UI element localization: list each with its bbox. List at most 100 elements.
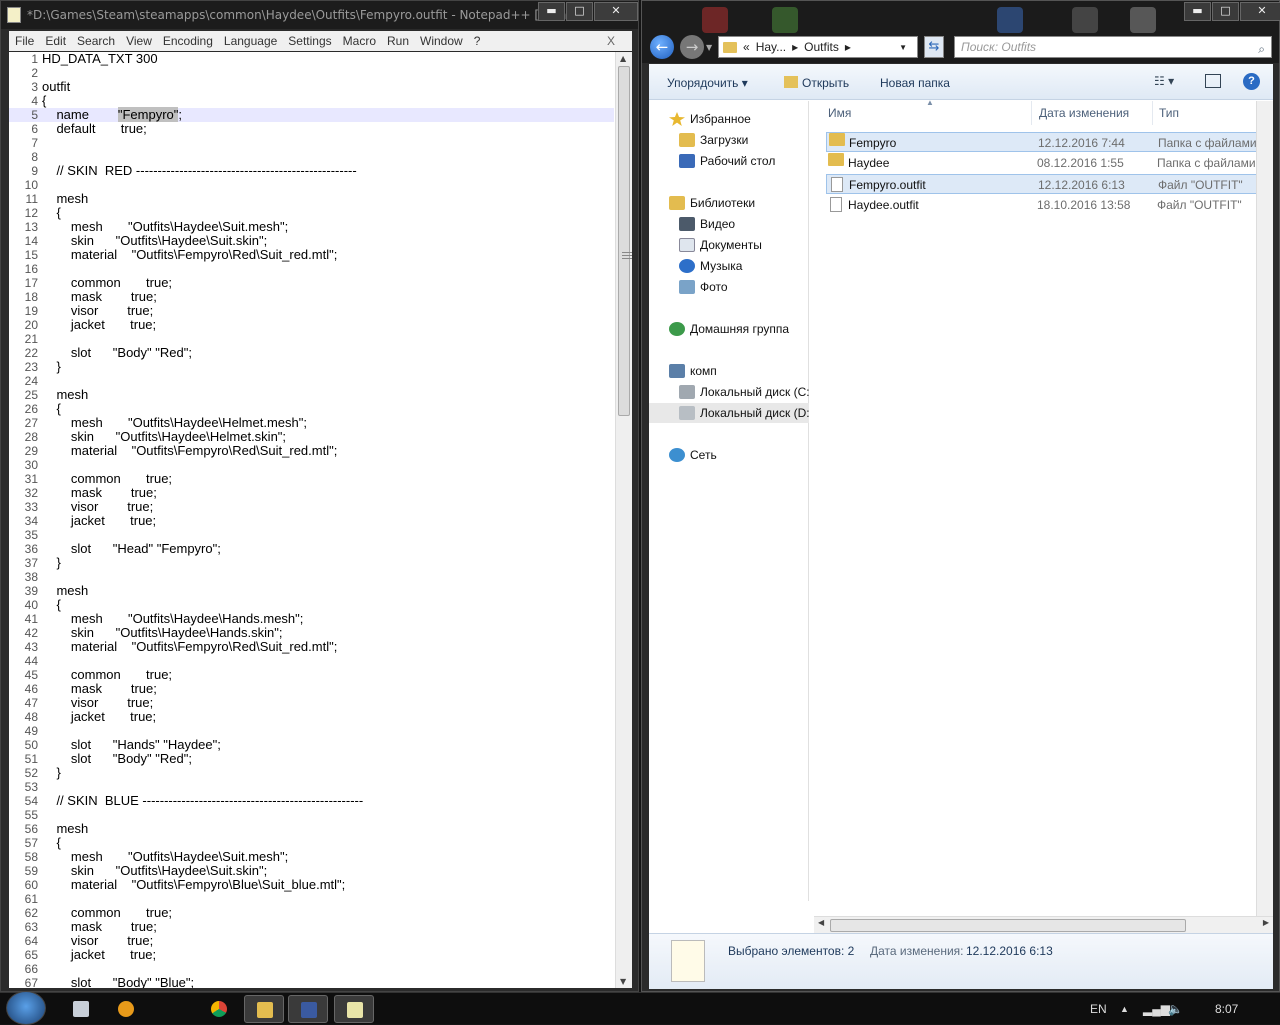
file-row[interactable]: Haydee 08.12.2016 1:55 Папка с файлами xyxy=(826,153,1273,173)
menu-window[interactable]: Window xyxy=(420,34,463,48)
menu-language[interactable]: Language xyxy=(224,34,277,48)
file-row[interactable]: Fempyro 12.12.2016 7:44 Папка с файлами xyxy=(826,132,1273,152)
code-line[interactable]: 50 slot "Hands" "Haydee"; xyxy=(9,738,614,753)
code-line[interactable]: 30 xyxy=(9,458,614,472)
scroll-up-arrow-icon[interactable]: ▲ xyxy=(620,54,626,63)
code-line[interactable]: 25 mesh xyxy=(9,388,614,403)
scroll-right-arrow-icon[interactable]: ▶ xyxy=(1263,918,1269,927)
code-line[interactable]: 27 mesh "Outfits\Haydee\Helmet.mesh"; xyxy=(9,416,614,431)
search-icon[interactable]: ⌕ xyxy=(1258,39,1265,59)
code-line[interactable]: 34 jacket true; xyxy=(9,514,614,529)
code-line[interactable]: 18 mask true; xyxy=(9,290,614,305)
code-line[interactable]: 24 xyxy=(9,374,614,388)
code-line[interactable]: 55 xyxy=(9,808,614,822)
code-line[interactable]: 10 xyxy=(9,178,614,192)
code-line[interactable]: 48 jacket true; xyxy=(9,710,614,725)
nav-desktop[interactable]: Рабочий стол xyxy=(679,151,775,171)
menu-encoding[interactable]: Encoding xyxy=(163,34,213,48)
close-button[interactable]: ✕ xyxy=(594,2,638,21)
notepad-titlebar[interactable]: *D:\Games\Steam\steamapps\common\Haydee\… xyxy=(1,1,638,29)
column-divider[interactable] xyxy=(1152,101,1153,125)
code-line[interactable]: 58 mesh "Outfits\Haydee\Suit.mesh"; xyxy=(9,850,614,865)
refresh-icon[interactable]: ⇆ xyxy=(924,36,944,58)
breadcrumb-separator[interactable]: ▸ xyxy=(792,40,798,54)
scroll-thumb[interactable] xyxy=(618,66,632,416)
breadcrumb-haydee[interactable]: Hay... xyxy=(756,40,786,54)
code-line[interactable]: 47 visor true; xyxy=(9,696,614,711)
code-line[interactable]: 61 xyxy=(9,892,614,906)
nav-favorites[interactable]: Избранное xyxy=(669,109,751,129)
menu-help[interactable]: ? xyxy=(474,34,481,48)
code-line[interactable]: 26 { xyxy=(9,402,614,417)
file-row[interactable]: Fempyro.outfit 12.12.2016 6:13 Файл "OUTFI… xyxy=(826,174,1273,194)
language-indicator[interactable]: EN xyxy=(1090,993,1107,1025)
menu-view[interactable]: View xyxy=(126,34,152,48)
code-line[interactable]: 39 mesh xyxy=(9,584,614,599)
breadcrumb-outfits[interactable]: Outfits xyxy=(804,40,839,54)
code-line[interactable]: 57 { xyxy=(9,836,614,851)
nav-documents[interactable]: Документы xyxy=(679,235,762,255)
nav-disk-c[interactable]: Локальный диск (C: xyxy=(679,382,810,402)
code-line[interactable]: 13 mesh "Outfits\Haydee\Suit.mesh"; xyxy=(9,220,614,235)
minimize-button[interactable]: ▬ xyxy=(538,2,565,21)
maximize-button[interactable]: □ xyxy=(566,2,593,21)
code-line[interactable]: 16 xyxy=(9,262,614,276)
code-line[interactable]: 46 mask true; xyxy=(9,682,614,697)
code-line[interactable]: 42 skin "Outfits\Haydee\Hands.skin"; xyxy=(9,626,614,641)
horizontal-scrollbar[interactable]: ◀ ▶ xyxy=(814,916,1273,933)
recent-pages-dropdown-icon[interactable]: ▼ xyxy=(706,43,712,52)
menu-run[interactable]: Run xyxy=(387,34,409,48)
code-lines[interactable]: 1 HD_DATA_TXT 300 2 3 outfit 4{5 name "Fempyr… xyxy=(9,52,614,988)
menu-settings[interactable]: Settings xyxy=(288,34,331,48)
code-line[interactable]: 52 } xyxy=(9,766,614,781)
code-line[interactable]: 19 visor true; xyxy=(9,304,614,319)
code-line[interactable]: 41 mesh "Outfits\Haydee\Hands.mesh"; xyxy=(9,612,614,627)
nav-downloads[interactable]: Загрузки xyxy=(679,130,748,150)
menu-search[interactable]: Search xyxy=(77,34,115,48)
code-line[interactable]: 51 slot "Body" "Red"; xyxy=(9,752,614,767)
code-line[interactable]: 22 slot "Body" "Red"; xyxy=(9,346,614,361)
code-line[interactable]: 4{ xyxy=(9,94,614,109)
nav-photos[interactable]: Фото xyxy=(679,277,728,297)
breadcrumb-overflow[interactable]: « xyxy=(743,40,750,54)
code-line[interactable]: 17 common true; xyxy=(9,276,614,291)
start-button[interactable] xyxy=(6,991,46,1025)
back-arrow-icon[interactable]: ← xyxy=(650,35,674,59)
column-name[interactable]: Имя xyxy=(828,106,851,120)
maximize-button[interactable]: □ xyxy=(1212,2,1239,21)
search-input[interactable]: Поиск: Outfits ⌕ xyxy=(954,36,1272,58)
column-divider[interactable] xyxy=(1031,101,1032,125)
code-line[interactable]: 23 } xyxy=(9,360,614,375)
nav-homegroup[interactable]: Домашняя группа xyxy=(669,319,789,339)
code-editor[interactable]: 1 HD_DATA_TXT 300 2 3 outfit 4{5 name "Fempyr… xyxy=(9,52,632,988)
preview-pane-icon[interactable] xyxy=(1205,74,1221,88)
taskbar-chrome[interactable] xyxy=(199,995,239,1023)
organize-button[interactable]: Упорядочить ▾ xyxy=(667,76,748,90)
nav-computer[interactable]: комп xyxy=(669,361,717,381)
code-line[interactable]: 6 default true; xyxy=(9,122,614,137)
code-line[interactable]: 12 { xyxy=(9,206,614,221)
code-line[interactable]: 40 { xyxy=(9,598,614,613)
taskbar-avast[interactable] xyxy=(106,995,146,1023)
forward-arrow-icon[interactable]: → xyxy=(680,35,704,59)
code-line[interactable]: 8 xyxy=(9,150,614,164)
volume-icon[interactable]: 🔈 xyxy=(1168,993,1183,1025)
code-line[interactable]: 56 mesh xyxy=(9,822,614,837)
taskbar-explorer[interactable] xyxy=(244,995,284,1023)
scroll-down-arrow-icon[interactable]: ▼ xyxy=(620,977,626,986)
menu-edit[interactable]: Edit xyxy=(45,34,66,48)
show-hidden-icons-icon[interactable]: ▲ xyxy=(1120,993,1129,1025)
nav-video[interactable]: Видео xyxy=(679,214,735,234)
breadcrumb-separator[interactable]: ▸ xyxy=(845,40,851,54)
code-line[interactable]: 14 skin "Outfits\Haydee\Suit.skin"; xyxy=(9,234,614,249)
code-line[interactable]: 64 visor true; xyxy=(9,934,614,949)
code-line[interactable]: 54 // SKIN BLUE ------------------------… xyxy=(9,794,614,809)
taskbar-calculator[interactable] xyxy=(61,995,101,1023)
taskbar-notepad[interactable] xyxy=(334,995,374,1023)
code-line[interactable]: 59 skin "Outfits\Haydee\Suit.skin"; xyxy=(9,864,614,879)
nav-libraries[interactable]: Библиотеки xyxy=(669,193,755,213)
scroll-left-arrow-icon[interactable]: ◀ xyxy=(818,918,824,927)
vertical-scrollbar[interactable]: ▲ ▼ xyxy=(615,52,632,988)
code-line[interactable]: 11 mesh xyxy=(9,192,614,207)
code-line[interactable]: 15 material "Outfits\Fempyro\Red\Suit_re… xyxy=(9,248,614,263)
